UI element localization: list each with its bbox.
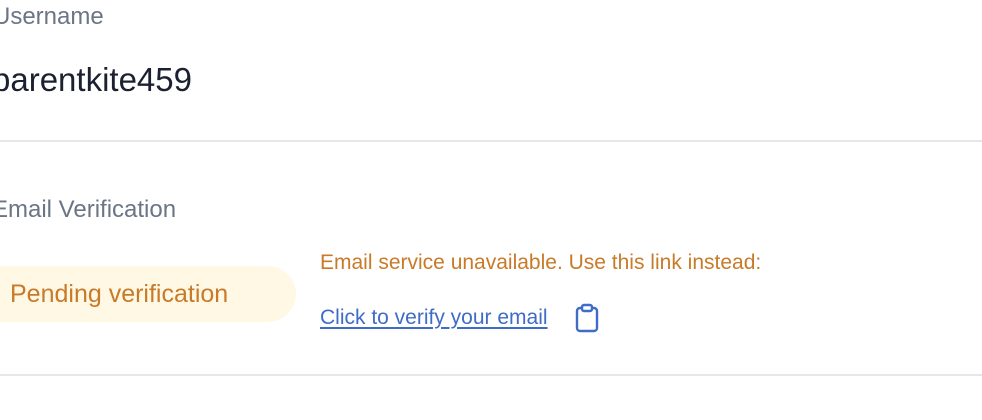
username-label: Username	[0, 3, 104, 30]
verify-link-row: Click to verify your email	[320, 302, 602, 334]
status-badge: Pending verification	[0, 266, 296, 322]
status-badge-text: Pending verification	[10, 279, 229, 308]
verify-email-link[interactable]: Click to verify your email	[320, 302, 548, 334]
email-service-message: Email service unavailable. Use this link…	[320, 251, 762, 274]
section-divider	[0, 140, 982, 142]
clipboard-icon	[575, 303, 598, 333]
copy-link-button[interactable]	[572, 302, 602, 334]
username-value: parentkite459	[0, 61, 192, 98]
section-divider	[0, 374, 982, 376]
email-verification-label: Email Verification	[0, 196, 177, 223]
account-details-panel: Username parentkite459 Email Verificatio…	[0, 0, 982, 420]
